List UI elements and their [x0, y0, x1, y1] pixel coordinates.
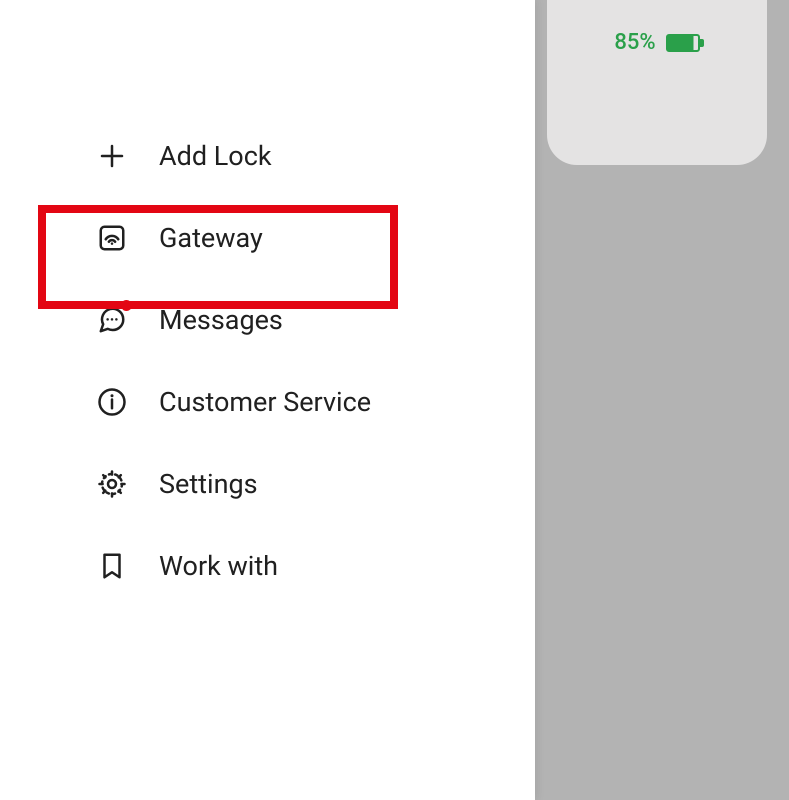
menu-item-label: Messages — [159, 304, 283, 336]
gear-icon — [95, 467, 129, 501]
menu-item-label: Gateway — [159, 222, 263, 254]
menu-item-customer-service[interactable]: Customer Service — [0, 361, 535, 443]
plus-icon — [95, 139, 129, 173]
menu-item-add-lock[interactable]: Add Lock — [0, 115, 535, 197]
side-drawer: Add Lock Gateway — [0, 0, 535, 800]
drawer-menu: Add Lock Gateway — [0, 115, 535, 607]
menu-item-label: Customer Service — [159, 386, 371, 418]
notification-badge — [121, 300, 132, 311]
menu-item-label: Work with — [159, 550, 278, 582]
lock-status-card: 85% — [547, 0, 767, 165]
battery-icon — [666, 34, 700, 52]
battery-percentage: 85% — [614, 30, 655, 55]
menu-item-gateway[interactable]: Gateway — [0, 197, 535, 279]
menu-item-label: Add Lock — [159, 140, 272, 172]
menu-item-work-with[interactable]: Work with — [0, 525, 535, 607]
info-icon — [95, 385, 129, 419]
bookmark-icon — [95, 549, 129, 583]
gateway-icon — [95, 221, 129, 255]
menu-item-messages[interactable]: Messages — [0, 279, 535, 361]
battery-status: 85% — [614, 30, 699, 55]
messages-icon — [95, 303, 129, 337]
menu-item-settings[interactable]: Settings — [0, 443, 535, 525]
menu-item-label: Settings — [159, 468, 258, 500]
